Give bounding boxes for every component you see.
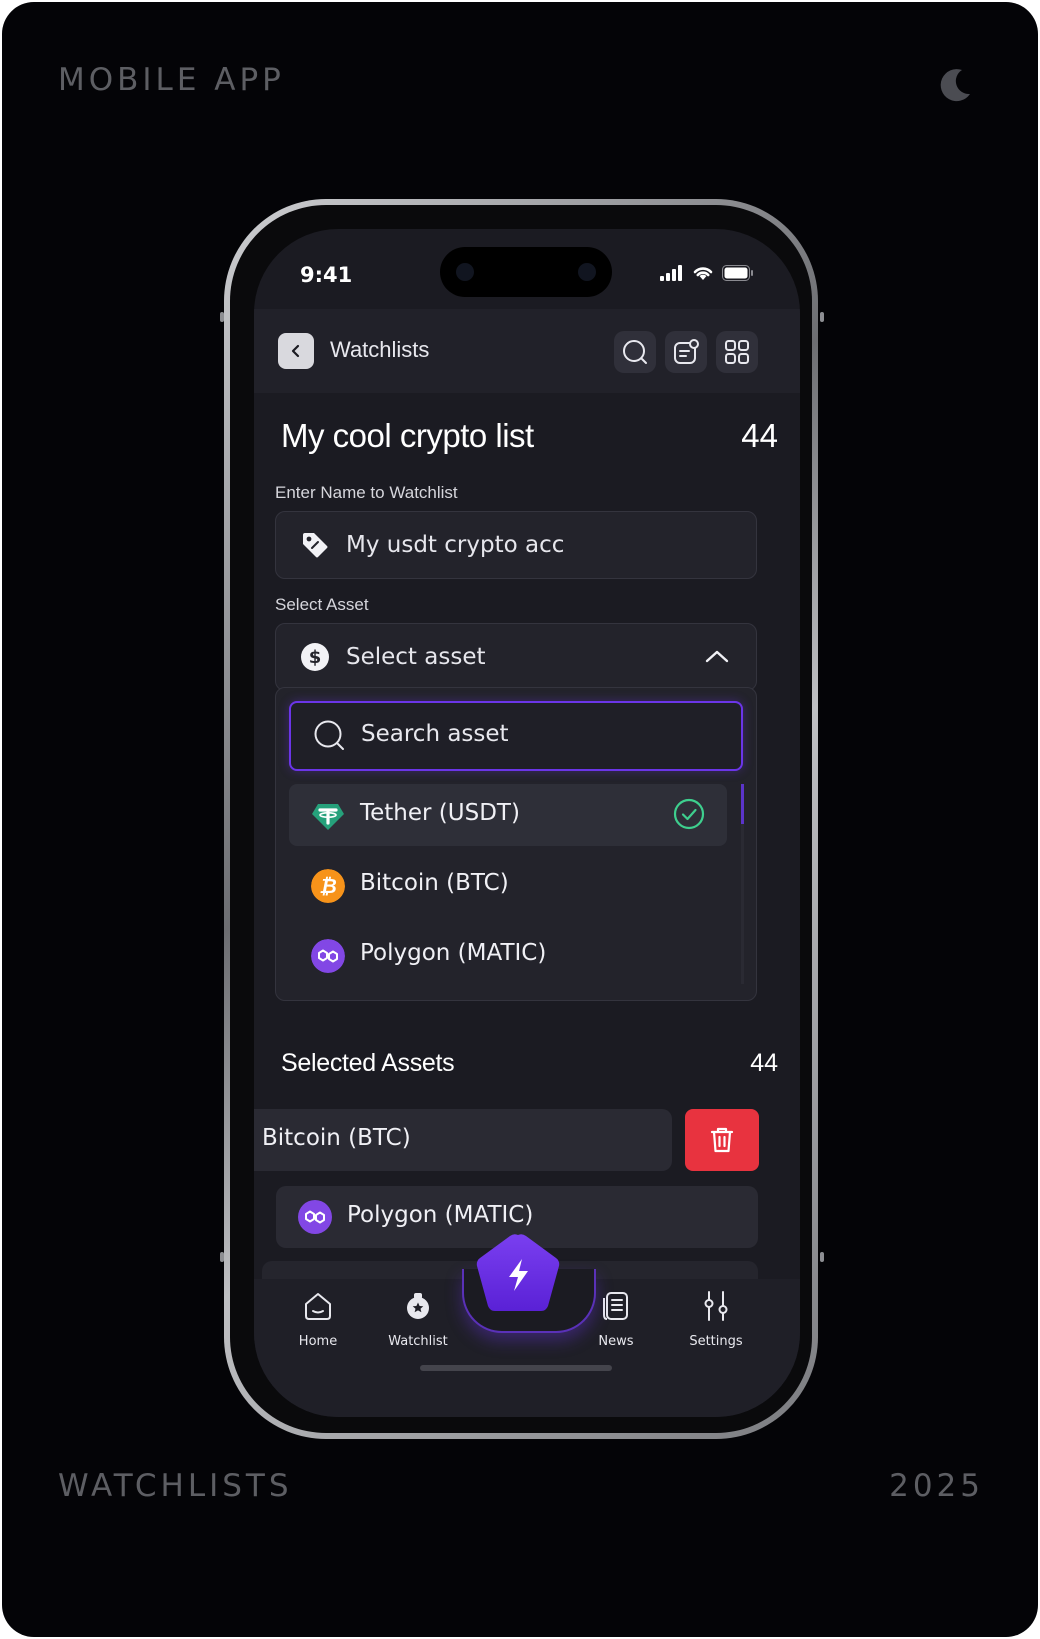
asset-search-placeholder: Search asset xyxy=(361,721,509,747)
camera-dot xyxy=(578,263,596,281)
dropdown-scrollbar-thumb[interactable] xyxy=(741,784,744,824)
selected-asset-label: Polygon (MATIC) xyxy=(347,1202,534,1228)
tab-label: Watchlist xyxy=(388,1334,448,1349)
asset-option-label: Polygon (MATIC) xyxy=(360,940,547,966)
asset-field-label: Select Asset xyxy=(275,595,369,614)
dynamic-island xyxy=(440,247,612,297)
tab-settings[interactable]: Settings xyxy=(666,1289,766,1349)
watchlist-count: 44 xyxy=(741,417,778,454)
app-bar: Watchlists xyxy=(254,309,800,393)
asset-select-placeholder: Select asset xyxy=(346,644,486,670)
watchlist-name-value: My usdt crypto acc xyxy=(346,532,565,558)
asset-option-bitcoin[interactable]: ₿ Bitcoin (BTC) xyxy=(289,854,727,916)
phone-bezel: 9:41 Watchlists My cool crypto list 44 E… xyxy=(230,205,812,1433)
search-icon xyxy=(314,720,344,750)
tag-icon xyxy=(303,533,328,558)
home-icon xyxy=(305,1293,331,1320)
home-indicator xyxy=(420,1365,612,1371)
watchlist-title: My cool crypto list xyxy=(281,417,534,454)
phone-screen: 9:41 Watchlists My cool crypto list 44 E… xyxy=(254,229,800,1417)
tab-label: News xyxy=(598,1334,634,1349)
signal-icon xyxy=(660,265,682,281)
chevron-left-icon xyxy=(291,344,300,358)
status-icons xyxy=(660,265,754,281)
asset-option-label: Tether (USDT) xyxy=(360,800,520,826)
asset-dropdown: Search asset Tether (USDT) ₿ Bitcoin (BT… xyxy=(275,687,757,1001)
tab-label: Home xyxy=(298,1334,338,1349)
news-icon xyxy=(603,1292,628,1320)
selected-asset-row-bitcoin[interactable]: Bitcoin (BTC) xyxy=(254,1109,672,1171)
chevron-up-icon xyxy=(705,650,729,663)
tab-home[interactable]: Home xyxy=(268,1289,368,1349)
year-label: 2025 xyxy=(889,1468,984,1504)
moon-icon[interactable] xyxy=(936,64,976,104)
selected-asset-label: Bitcoin (BTC) xyxy=(262,1125,411,1151)
delete-asset-button[interactable] xyxy=(685,1109,759,1171)
phone-side-button xyxy=(820,312,824,322)
asset-option-tether[interactable]: Tether (USDT) xyxy=(289,784,727,846)
tether-icon xyxy=(312,804,344,830)
selected-assets-count: 44 xyxy=(750,1049,778,1077)
status-time: 9:41 xyxy=(300,263,353,287)
mobile-app-label: MOBILE APP xyxy=(58,62,285,98)
watchlist-name-input[interactable]: My usdt crypto acc xyxy=(275,511,757,579)
showcase-card: MOBILE APP WATCHLISTS 2025 9:41 Watchlis… xyxy=(2,2,1038,1637)
phone-side-button xyxy=(820,1252,824,1262)
back-button[interactable] xyxy=(278,333,314,369)
search-button[interactable] xyxy=(614,331,656,373)
polygon-icon xyxy=(311,939,345,973)
watchlist-icon xyxy=(407,1293,429,1319)
note-badge-icon xyxy=(674,339,699,364)
asset-option-polygon[interactable]: Polygon (MATIC) xyxy=(289,924,727,986)
tab-label: Settings xyxy=(689,1334,743,1349)
dollar-icon: $ xyxy=(301,643,329,671)
svg-text:₿: ₿ xyxy=(319,874,337,898)
watchlists-label: WATCHLISTS xyxy=(58,1468,293,1504)
svg-text:$: $ xyxy=(309,647,322,668)
polygon-icon xyxy=(298,1200,332,1234)
quick-action-button[interactable] xyxy=(473,1231,563,1317)
wifi-icon xyxy=(693,267,713,280)
check-circle-icon xyxy=(673,798,705,830)
tab-watchlist[interactable]: Watchlist xyxy=(368,1289,468,1349)
trash-icon xyxy=(710,1127,734,1153)
settings-icon xyxy=(704,1291,728,1321)
search-icon xyxy=(623,340,647,364)
asset-search-input[interactable]: Search asset xyxy=(289,701,743,771)
asset-option-label: Bitcoin (BTC) xyxy=(360,870,509,896)
app-bar-title: Watchlists xyxy=(330,337,430,362)
notes-button[interactable] xyxy=(665,331,707,373)
selected-assets-title: Selected Assets xyxy=(281,1049,455,1077)
bitcoin-icon: ₿ xyxy=(311,869,345,903)
grid-icon xyxy=(725,340,749,364)
status-bar: 9:41 xyxy=(254,229,800,309)
asset-select[interactable]: $ Select asset xyxy=(275,623,757,691)
battery-icon xyxy=(722,265,753,281)
name-field-label: Enter Name to Watchlist xyxy=(275,483,458,502)
grid-view-button[interactable] xyxy=(716,331,758,373)
phone-frame: 9:41 Watchlists My cool crypto list 44 E… xyxy=(224,199,818,1439)
camera-dot xyxy=(456,263,474,281)
